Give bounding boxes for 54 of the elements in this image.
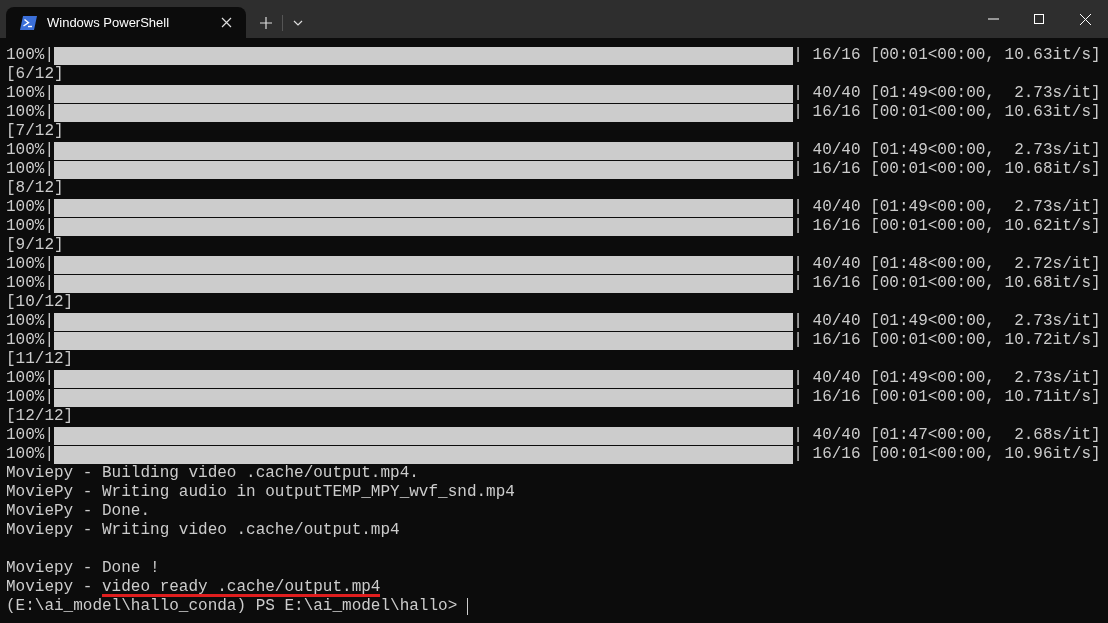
output-line: [11/12] [6, 350, 74, 368]
close-icon[interactable] [221, 17, 232, 28]
progress-stats: | 40/40 [01:49<00:00, 2.73s/it] [793, 141, 1101, 160]
chevron-down-icon[interactable] [293, 19, 303, 26]
progress-percent: 100%| [6, 331, 54, 350]
output-line: [9/12] [6, 236, 64, 254]
output-line: [8/12] [6, 179, 64, 197]
progress-percent: 100%| [6, 426, 54, 445]
tab-title: Windows PowerShell [47, 13, 171, 32]
progress-stats: | 40/40 [01:49<00:00, 2.73s/it] [793, 369, 1101, 388]
progress-percent: 100%| [6, 255, 54, 274]
output-line: Moviepy - Done ! [6, 559, 160, 577]
progress-stats: | 40/40 [01:49<00:00, 2.73s/it] [793, 312, 1101, 331]
output-line: MoviePy - Done. [6, 502, 151, 520]
text-cursor [467, 598, 469, 615]
progress-stats: | 40/40 [01:49<00:00, 2.73s/it] [793, 84, 1101, 103]
output-line: Moviepy - Building video .cache/output.mp4. [6, 464, 419, 482]
progress-percent: 100%| [6, 141, 54, 160]
powershell-icon [20, 15, 37, 30]
shell-prompt: (E:\ai_model\hallo_conda) PS E:\ai_model\hallo> [6, 597, 458, 616]
progress-stats: | 16/16 [00:01<00:00, 10.63it/s] [793, 46, 1101, 65]
progress-percent: 100%| [6, 46, 54, 65]
progress-percent: 100%| [6, 160, 54, 179]
output-line: [6/12] [6, 65, 64, 83]
progress-stats: | 16/16 [00:01<00:00, 10.96it/s] [793, 445, 1101, 464]
progress-stats: | 16/16 [00:01<00:00, 10.71it/s] [793, 388, 1101, 407]
progress-stats: | 16/16 [00:01<00:00, 10.62it/s] [793, 217, 1101, 236]
progress-stats: | 16/16 [00:01<00:00, 10.63it/s] [793, 103, 1101, 122]
progress-stats: | 16/16 [00:01<00:00, 10.68it/s] [793, 274, 1101, 293]
output-line: [7/12] [6, 122, 64, 140]
output-line: [10/12] [6, 293, 74, 311]
progress-percent: 100%| [6, 198, 54, 217]
progress-percent: 100%| [6, 312, 54, 331]
output-line: Moviepy - [6, 578, 94, 597]
progress-stats: | 16/16 [00:01<00:00, 10.68it/s] [793, 160, 1101, 179]
progress-stats: | 16/16 [00:01<00:00, 10.72it/s] [793, 331, 1101, 350]
progress-percent: 100%| [6, 274, 54, 293]
progress-percent: 100%| [6, 445, 54, 464]
output-line: [12/12] [6, 407, 74, 425]
progress-percent: 100%| [6, 217, 54, 236]
progress-stats: | 40/40 [01:48<00:00, 2.72s/it] [793, 255, 1101, 274]
progress-stats: | 40/40 [01:47<00:00, 2.68s/it] [793, 426, 1101, 445]
output-line: Moviepy - Writing video .cache/output.mp4 [6, 521, 400, 539]
progress-percent: 100%| [6, 103, 54, 122]
progress-percent: 100%| [6, 84, 54, 103]
add-icon[interactable] [260, 16, 272, 29]
progress-stats: | 40/40 [01:49<00:00, 2.73s/it] [793, 198, 1101, 217]
progress-percent: 100%| [6, 388, 54, 407]
output-line: MoviePy - Writing audio in outputTEMP_MPY_wvf_snd.mp4 [6, 483, 515, 501]
progress-percent: 100%| [6, 369, 54, 388]
terminal-tab[interactable]: Windows PowerShell [6, 7, 246, 38]
underlined-output: video ready .cache/output.mp4 [102, 578, 381, 597]
maximize-icon[interactable] [1034, 14, 1044, 24]
minimize-icon[interactable] [987, 18, 999, 20]
